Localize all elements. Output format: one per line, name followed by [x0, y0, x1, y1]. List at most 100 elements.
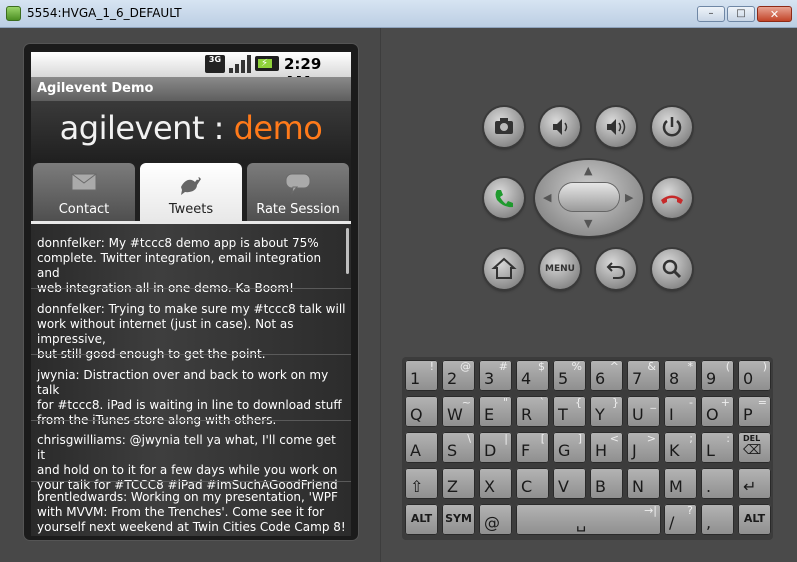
app-title: Agilevent Demo — [37, 81, 154, 96]
key-5[interactable]: 5% — [553, 360, 586, 391]
key-q[interactable]: Q — [405, 396, 438, 427]
key-m[interactable]: M — [664, 468, 697, 499]
key-k[interactable]: K; — [664, 432, 697, 463]
tab-contact-label: Contact — [58, 202, 110, 217]
end-call-button[interactable] — [652, 178, 692, 218]
key-o[interactable]: O + — [701, 396, 734, 427]
key-comma[interactable]: , — [701, 504, 734, 535]
key-delete[interactable]: DEL ⌫ — [738, 432, 771, 463]
list-divider — [31, 288, 351, 289]
list-item[interactable]: donnfelker: My #tccc8 demo app is about … — [31, 236, 351, 296]
tab-contact[interactable]: Contact — [33, 163, 135, 221]
key-b[interactable]: B — [590, 468, 623, 499]
app-icon — [6, 6, 21, 21]
key-j[interactable]: J > — [627, 432, 660, 463]
dpad-center[interactable] — [559, 183, 619, 211]
window-titlebar: 5554:HVGA_1_6_DEFAULT – □ ✕ — [0, 0, 797, 28]
list-divider — [31, 481, 351, 482]
key-t[interactable]: T{ — [553, 396, 586, 427]
list-item[interactable]: chrisgwilliams: @jwynia tell ya what, I'… — [31, 433, 351, 493]
search-button[interactable] — [652, 249, 692, 289]
key-9[interactable]: 9( — [701, 360, 734, 391]
key-alt-left[interactable]: ALT — [405, 504, 438, 535]
dpad-right[interactable]: ▶ — [625, 191, 633, 204]
key-w[interactable]: W ~ — [442, 396, 475, 427]
key-n[interactable]: N — [627, 468, 660, 499]
key-at[interactable]: @ — [479, 504, 512, 535]
camera-button[interactable] — [484, 107, 524, 147]
app-title-bar: Agilevent Demo — [31, 77, 351, 101]
key-x[interactable]: X — [479, 468, 512, 499]
volume-up-button[interactable] — [596, 107, 636, 147]
list-item[interactable]: jwynia: Distraction over and back to wor… — [31, 368, 351, 428]
end-call-icon — [661, 195, 683, 204]
key-f[interactable]: F[ — [516, 432, 549, 463]
key-period[interactable]: . — [701, 468, 734, 499]
key-sym[interactable]: SYM — [442, 504, 475, 535]
app-banner: agilevent : demo — [31, 101, 351, 161]
key-c[interactable]: C — [516, 468, 549, 499]
tab-bar: Contact Tweets Rate Session — [31, 161, 351, 223]
key-z[interactable]: Z — [442, 468, 475, 499]
key-a[interactable]: A — [405, 432, 438, 463]
key-l[interactable]: L: — [701, 432, 734, 463]
key-enter[interactable]: ↵ — [738, 468, 771, 499]
key-4[interactable]: 4 $ — [516, 360, 549, 391]
list-item[interactable]: brentledwards: Working on my presentatio… — [31, 490, 351, 535]
tab-arrow-icon: →| — [644, 504, 657, 517]
close-icon: ✕ — [769, 7, 780, 21]
call-button[interactable] — [484, 178, 524, 218]
key-8[interactable]: 8 * — [664, 360, 697, 391]
key-i[interactable]: I- — [664, 396, 697, 427]
dpad-up[interactable]: ▲ — [584, 164, 592, 177]
key-space[interactable]: ␣ →| — [516, 504, 661, 535]
key-g[interactable]: G] — [553, 432, 586, 463]
key-0[interactable]: 0) — [738, 360, 771, 391]
key-d[interactable]: D | — [479, 432, 512, 463]
power-button[interactable] — [652, 107, 692, 147]
key-p[interactable]: P = — [738, 396, 771, 427]
key-s[interactable]: S \ — [442, 432, 475, 463]
key-shift[interactable]: ⇧ — [405, 468, 438, 499]
minimize-button[interactable]: – — [697, 6, 725, 22]
maximize-button[interactable]: □ — [727, 6, 755, 22]
menu-button[interactable]: MENU — [540, 249, 580, 289]
back-button[interactable] — [596, 249, 636, 289]
enter-icon: ↵ — [743, 477, 757, 496]
tab-rate-session-label: Rate Session — [256, 202, 340, 217]
key-e[interactable]: E " — [479, 396, 512, 427]
home-button[interactable] — [484, 249, 524, 289]
back-icon — [606, 262, 626, 279]
minimize-icon: – — [708, 8, 714, 19]
tab-rate-session[interactable]: Rate Session — [247, 163, 349, 221]
tab-tweets[interactable]: Tweets — [140, 163, 242, 221]
camera-icon — [495, 118, 513, 134]
list-item[interactable]: donnfelker: Trying to make sure my #tccc… — [31, 302, 351, 362]
dpad-left[interactable]: ◀ — [543, 191, 551, 204]
close-button[interactable]: ✕ — [757, 6, 792, 22]
volume-up-icon — [607, 119, 626, 135]
device-screen[interactable]: 3G ⚡ 2:29 AM Agilevent Demo agilevent : … — [31, 52, 351, 536]
battery-charging-icon: ⚡ — [255, 56, 279, 71]
key-3[interactable]: 3 # — [479, 360, 512, 391]
dpad[interactable]: ▲ ▼ ◀ ▶ — [535, 160, 643, 236]
key-slash[interactable]: /? — [664, 504, 697, 535]
app-logo: agilevent : demo — [59, 109, 323, 147]
key-1[interactable]: 1! — [405, 360, 438, 391]
key-7[interactable]: 7 & — [627, 360, 660, 391]
key-6[interactable]: 6 ^ — [590, 360, 623, 391]
maximize-icon: □ — [736, 8, 746, 19]
key-u[interactable]: U _ — [627, 396, 660, 427]
dpad-down[interactable]: ▼ — [584, 217, 592, 230]
volume-down-button[interactable] — [540, 107, 580, 147]
backspace-icon: ⌫ — [743, 443, 762, 458]
space-icon: ␣ — [576, 513, 587, 532]
key-v[interactable]: V — [553, 468, 586, 499]
key-y[interactable]: Y} — [590, 396, 623, 427]
key-alt-right[interactable]: ALT — [738, 504, 771, 535]
key-h[interactable]: H < — [590, 432, 623, 463]
key-2[interactable]: 2 @ — [442, 360, 475, 391]
tweets-list[interactable]: donnfelker: My #tccc8 demo app is about … — [31, 224, 351, 536]
home-icon — [491, 257, 517, 279]
key-r[interactable]: R ` — [516, 396, 549, 427]
